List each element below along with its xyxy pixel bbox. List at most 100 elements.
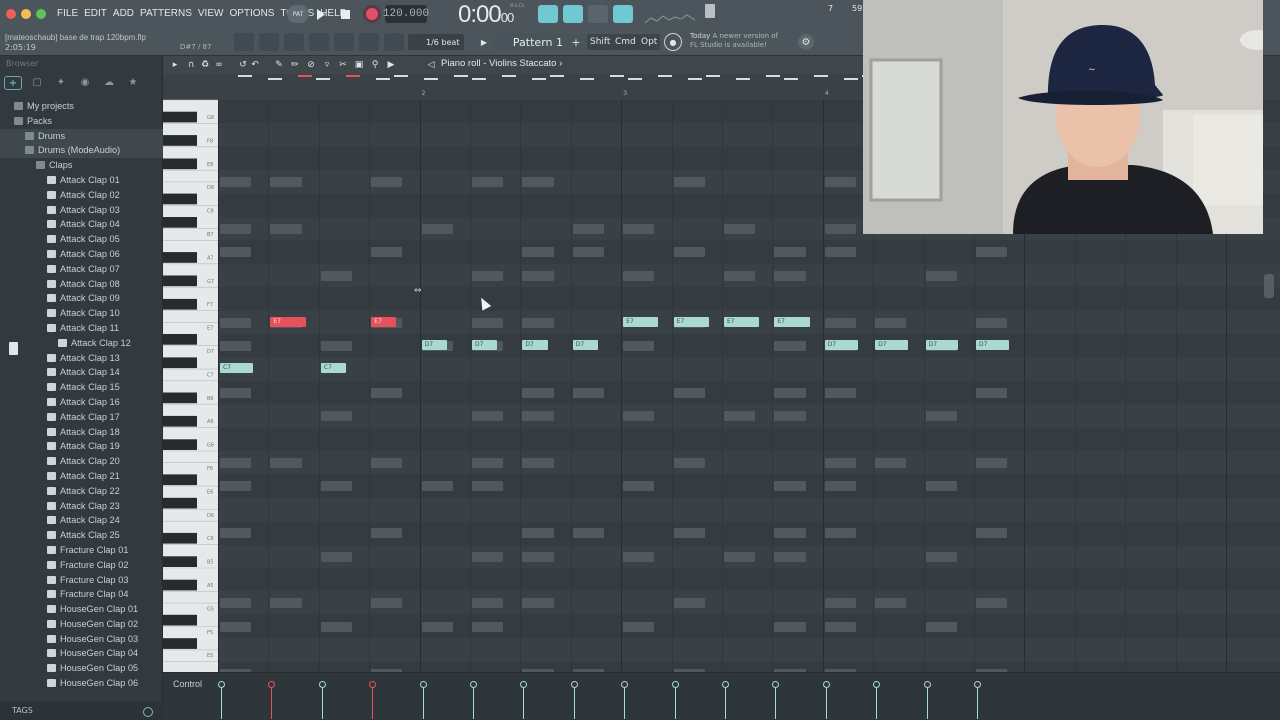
pr-magnet-icon[interactable]: ∩: [185, 59, 197, 71]
sample-file-item[interactable]: Attack Clap 03: [0, 203, 163, 218]
shift-key-button[interactable]: Shift: [587, 34, 614, 50]
sample-file-item[interactable]: Attack Clap 08: [0, 277, 163, 292]
velocity-stem[interactable]: [573, 687, 575, 719]
sample-file-item[interactable]: Attack Clap 18: [0, 425, 163, 440]
delete-tool-icon[interactable]: ⊘: [305, 59, 317, 71]
black-key[interactable]: [163, 556, 197, 567]
sample-file-item[interactable]: Fracture Clap 03: [0, 573, 163, 588]
velocity-handle[interactable]: [570, 681, 578, 688]
velocity-stem[interactable]: [422, 687, 424, 719]
slice-tool-icon[interactable]: ✂: [337, 59, 349, 71]
black-key[interactable]: [163, 392, 197, 404]
grid-row[interactable]: [218, 427, 1280, 451]
note[interactable]: D7: [421, 340, 447, 350]
velocity-handle[interactable]: [419, 681, 427, 688]
menu-add[interactable]: ADD: [113, 8, 134, 19]
note[interactable]: E7: [623, 316, 659, 327]
grid-row[interactable]: [218, 357, 1280, 381]
sample-file-item[interactable]: Attack Clap 05: [0, 232, 163, 247]
folder-item[interactable]: Drums (ModeAudio): [0, 143, 163, 159]
velocity-stem[interactable]: [725, 687, 726, 719]
black-key[interactable]: [163, 135, 197, 146]
control-lane-label[interactable]: Control: [173, 679, 202, 689]
sample-file-item[interactable]: Attack Clap 15: [0, 380, 163, 395]
mute-tool-icon[interactable]: ▿: [321, 59, 333, 71]
tags-label[interactable]: TAGS: [12, 706, 33, 715]
velocity-stem[interactable]: [977, 687, 978, 719]
velocity-stem[interactable]: [321, 687, 323, 719]
velocity-stem[interactable]: [271, 687, 273, 719]
black-key[interactable]: [163, 111, 197, 123]
note[interactable]: E7: [673, 316, 709, 327]
cmd-key-button[interactable]: Cmd: [612, 34, 639, 50]
velocity-handle[interactable]: [621, 681, 629, 688]
selected-note[interactable]: E7: [371, 316, 397, 327]
news-panel[interactable]: Today A newer version of FL Studio is av…: [690, 32, 778, 50]
velocity-stem[interactable]: [674, 687, 676, 719]
black-key[interactable]: [163, 614, 197, 626]
pattern-add-icon[interactable]: +: [570, 35, 582, 49]
search-icon[interactable]: [143, 707, 153, 717]
menu-view[interactable]: VIEW: [198, 8, 224, 19]
typing-keyboard-button[interactable]: [538, 5, 558, 23]
velocity-handle[interactable]: [772, 681, 780, 688]
velocity-handle[interactable]: [218, 681, 225, 688]
velocity-stem[interactable]: [523, 687, 525, 719]
sample-file-item[interactable]: Fracture Clap 02: [0, 558, 163, 573]
velocity-stem[interactable]: [775, 687, 777, 719]
grid-row[interactable]: [218, 614, 1280, 639]
sample-file-item[interactable]: Attack Clap 09: [0, 291, 163, 306]
note[interactable]: D7: [472, 340, 498, 350]
pencil-tool-icon[interactable]: ✎: [273, 59, 285, 71]
black-key[interactable]: [163, 158, 197, 170]
mixer-button[interactable]: [309, 33, 329, 51]
velocity-handle[interactable]: [873, 681, 881, 688]
menu-options[interactable]: OPTIONS: [229, 8, 274, 19]
black-key[interactable]: [163, 334, 197, 345]
sample-file-item[interactable]: Attack Clap 04: [0, 217, 163, 232]
sample-file-item[interactable]: HouseGen Clap 05: [0, 661, 163, 676]
minimize-window-icon[interactable]: [21, 9, 31, 19]
folder-item[interactable]: Claps: [0, 158, 163, 173]
time-display[interactable]: 0:0000: [458, 1, 514, 29]
sample-file-item[interactable]: HouseGen Clap 06: [0, 676, 163, 691]
pr-loop-icon[interactable]: ↺: [237, 59, 249, 71]
black-key[interactable]: [163, 357, 197, 369]
sample-file-item[interactable]: Attack Clap 23: [0, 499, 163, 514]
sample-file-item[interactable]: Attack Clap 01: [0, 173, 163, 188]
countdown-button[interactable]: [613, 5, 633, 23]
sample-file-item[interactable]: Attack Clap 20: [0, 454, 163, 469]
black-key[interactable]: [163, 532, 197, 544]
grid-row[interactable]: [218, 497, 1280, 522]
black-key[interactable]: [163, 217, 197, 228]
black-key[interactable]: [163, 252, 197, 263]
folder-item[interactable]: My projects: [0, 99, 163, 114]
sample-file-item[interactable]: Fracture Clap 01: [0, 543, 163, 558]
velocity-handle[interactable]: [470, 681, 477, 688]
zoom-tool-icon[interactable]: ⚲: [369, 59, 381, 71]
online-news-icon[interactable]: ●: [664, 33, 682, 51]
velocity-handle[interactable]: [520, 681, 528, 688]
black-key[interactable]: [163, 497, 197, 509]
sample-file-item[interactable]: Attack Clap 12: [0, 336, 163, 351]
select-tool-icon[interactable]: ▣: [353, 59, 365, 71]
browser-side-marker[interactable]: [9, 342, 18, 355]
sample-file-item[interactable]: Attack Clap 13: [0, 351, 163, 366]
zoom-window-icon[interactable]: [36, 9, 46, 19]
pattern-prev-arrow-icon[interactable]: ▶: [478, 35, 490, 49]
grid-row[interactable]: [218, 334, 1280, 358]
sample-file-item[interactable]: Attack Clap 11: [0, 321, 163, 336]
browser-button[interactable]: [334, 33, 354, 51]
menu-edit[interactable]: EDIT: [84, 8, 107, 19]
playlist-button[interactable]: [234, 33, 254, 51]
metronome-button[interactable]: [563, 5, 583, 23]
browser-files-icon[interactable]: ▢: [28, 76, 46, 90]
black-key[interactable]: [163, 474, 197, 486]
close-window-icon[interactable]: [6, 9, 16, 19]
channel-rack-button[interactable]: [259, 33, 279, 51]
stop-button[interactable]: [336, 6, 354, 22]
velocity-handle[interactable]: [974, 681, 981, 688]
record-audio-button[interactable]: [384, 33, 404, 51]
sample-file-item[interactable]: Attack Clap 24: [0, 513, 163, 528]
browser-cloud-icon[interactable]: ☁: [100, 76, 118, 90]
